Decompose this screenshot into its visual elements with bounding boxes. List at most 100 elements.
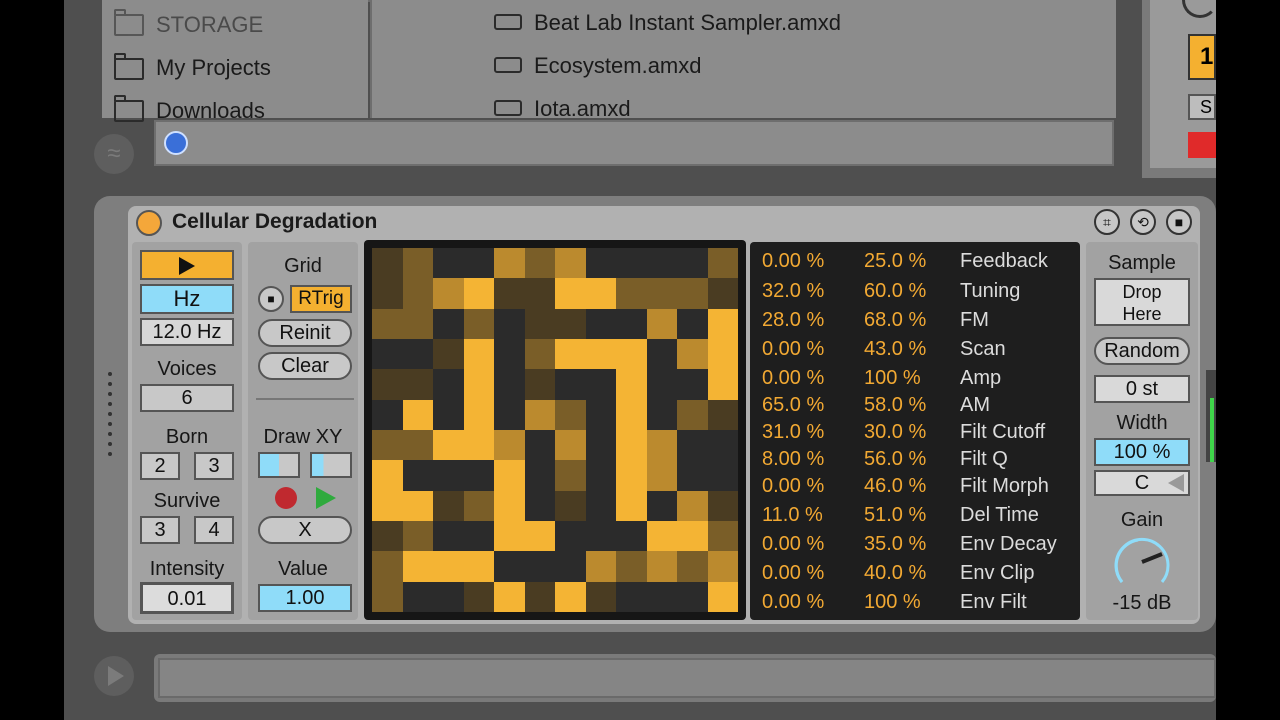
param-mod-value[interactable]: 65.0 % bbox=[762, 394, 824, 417]
sidebar-item-storage[interactable]: STORAGE bbox=[156, 12, 263, 38]
voices-field[interactable]: 6 bbox=[140, 384, 234, 412]
groove-pool-icon[interactable]: ≈ bbox=[94, 134, 134, 174]
grid-cell[interactable] bbox=[677, 460, 708, 491]
grid-cell[interactable] bbox=[677, 308, 708, 339]
grid-cell[interactable] bbox=[402, 521, 433, 552]
grid-cell[interactable] bbox=[616, 339, 647, 370]
draw-y-slider[interactable] bbox=[310, 452, 352, 478]
grid-cell[interactable] bbox=[585, 278, 616, 309]
param-value[interactable]: 25.0 % bbox=[864, 250, 926, 273]
grid-cell[interactable] bbox=[372, 430, 403, 461]
grid-cell[interactable] bbox=[646, 581, 677, 612]
grid-cell[interactable] bbox=[494, 248, 525, 279]
grid-cell[interactable] bbox=[402, 581, 433, 612]
param-value[interactable]: 35.0 % bbox=[864, 533, 926, 556]
draw-x-slider[interactable] bbox=[258, 452, 300, 478]
sample-drop-zone[interactable]: Drop Here bbox=[1094, 278, 1190, 326]
grid-cell[interactable] bbox=[555, 308, 586, 339]
grid-cell[interactable] bbox=[463, 308, 494, 339]
grid-cell[interactable] bbox=[707, 490, 738, 521]
param-value[interactable]: 58.0 % bbox=[864, 394, 926, 417]
grid-cell[interactable] bbox=[524, 308, 555, 339]
grid-cell[interactable] bbox=[585, 308, 616, 339]
grid-cell[interactable] bbox=[524, 339, 555, 370]
grid-cell[interactable] bbox=[616, 399, 647, 430]
grid-cell[interactable] bbox=[372, 248, 403, 279]
lock-icon[interactable]: ■ bbox=[258, 286, 284, 312]
grid-cell[interactable] bbox=[585, 339, 616, 370]
sidebar-item-my-projects[interactable]: My Projects bbox=[156, 55, 271, 81]
play-draw-icon[interactable] bbox=[316, 487, 336, 509]
grid-cell[interactable] bbox=[494, 339, 525, 370]
grid-cell[interactable] bbox=[555, 460, 586, 491]
grid-cell[interactable] bbox=[402, 430, 433, 461]
grid-cell[interactable] bbox=[524, 399, 555, 430]
play-icon[interactable] bbox=[94, 656, 134, 696]
grid-cell[interactable] bbox=[433, 339, 464, 370]
device-power-button[interactable] bbox=[136, 210, 162, 236]
file-item[interactable]: Ecosystem.amxd bbox=[534, 53, 702, 79]
grid-cell[interactable] bbox=[494, 430, 525, 461]
grid-cell[interactable] bbox=[677, 339, 708, 370]
grid-cell[interactable] bbox=[585, 460, 616, 491]
grid-cell[interactable] bbox=[616, 581, 647, 612]
random-button[interactable]: Random bbox=[1094, 337, 1190, 365]
device-save-icon[interactable]: ■ bbox=[1166, 209, 1192, 235]
file-item[interactable]: Beat Lab Instant Sampler.amxd bbox=[534, 10, 841, 36]
grid-cell[interactable] bbox=[677, 278, 708, 309]
grid-cell[interactable] bbox=[677, 490, 708, 521]
grid-cell[interactable] bbox=[646, 521, 677, 552]
param-value[interactable]: 46.0 % bbox=[864, 475, 926, 498]
grid-cell[interactable] bbox=[463, 369, 494, 400]
solo-button[interactable]: S bbox=[1188, 94, 1216, 120]
grid-cell[interactable] bbox=[524, 460, 555, 491]
grid-cell[interactable] bbox=[585, 369, 616, 400]
grid-cell[interactable] bbox=[677, 399, 708, 430]
param-mod-value[interactable]: 0.00 % bbox=[762, 475, 824, 498]
grid-cell[interactable] bbox=[707, 581, 738, 612]
survive-field-2[interactable]: 4 bbox=[194, 516, 234, 544]
grid-cell[interactable] bbox=[463, 278, 494, 309]
grid-cell[interactable] bbox=[555, 521, 586, 552]
record-icon[interactable] bbox=[275, 487, 297, 509]
grid-cell[interactable] bbox=[433, 490, 464, 521]
grid-cell[interactable] bbox=[707, 521, 738, 552]
grid-cell[interactable] bbox=[555, 581, 586, 612]
file-item[interactable]: Iota.amxd bbox=[534, 96, 631, 122]
grid-cell[interactable] bbox=[433, 460, 464, 491]
grid-cell[interactable] bbox=[616, 369, 647, 400]
grid-cell[interactable] bbox=[585, 248, 616, 279]
grid-cell[interactable] bbox=[585, 521, 616, 552]
grid-cell[interactable] bbox=[524, 369, 555, 400]
grid-cell[interactable] bbox=[402, 460, 433, 491]
grid-cell[interactable] bbox=[494, 521, 525, 552]
grid-cell[interactable] bbox=[646, 278, 677, 309]
grid-cell[interactable] bbox=[555, 490, 586, 521]
born-field-2[interactable]: 3 bbox=[194, 452, 234, 480]
grid-cell[interactable] bbox=[433, 369, 464, 400]
param-value[interactable]: 56.0 % bbox=[864, 448, 926, 471]
grid-cell[interactable] bbox=[585, 490, 616, 521]
grid-cell[interactable] bbox=[707, 430, 738, 461]
grid-cell[interactable] bbox=[585, 430, 616, 461]
param-value[interactable]: 60.0 % bbox=[864, 280, 926, 303]
clear-button[interactable]: Clear bbox=[258, 352, 352, 380]
param-value[interactable]: 100 % bbox=[864, 591, 921, 614]
x-button[interactable]: X bbox=[258, 516, 352, 544]
key-arrow-icon[interactable] bbox=[1168, 474, 1184, 492]
grid-cell[interactable] bbox=[646, 248, 677, 279]
rate-mode-button[interactable]: Hz bbox=[140, 284, 234, 314]
param-mod-value[interactable]: 0.00 % bbox=[762, 338, 824, 361]
grid-cell[interactable] bbox=[433, 308, 464, 339]
grid-cell[interactable] bbox=[707, 551, 738, 582]
grid-cell[interactable] bbox=[646, 430, 677, 461]
param-mod-value[interactable]: 0.00 % bbox=[762, 367, 824, 390]
width-field[interactable]: 100 % bbox=[1094, 438, 1190, 466]
param-mod-value[interactable]: 28.0 % bbox=[762, 309, 824, 332]
grid-cell[interactable] bbox=[646, 369, 677, 400]
param-mod-value[interactable]: 32.0 % bbox=[762, 280, 824, 303]
grid-cell[interactable] bbox=[372, 521, 403, 552]
grid-cell[interactable] bbox=[555, 248, 586, 279]
grid-cell[interactable] bbox=[524, 490, 555, 521]
param-value[interactable]: 40.0 % bbox=[864, 562, 926, 585]
